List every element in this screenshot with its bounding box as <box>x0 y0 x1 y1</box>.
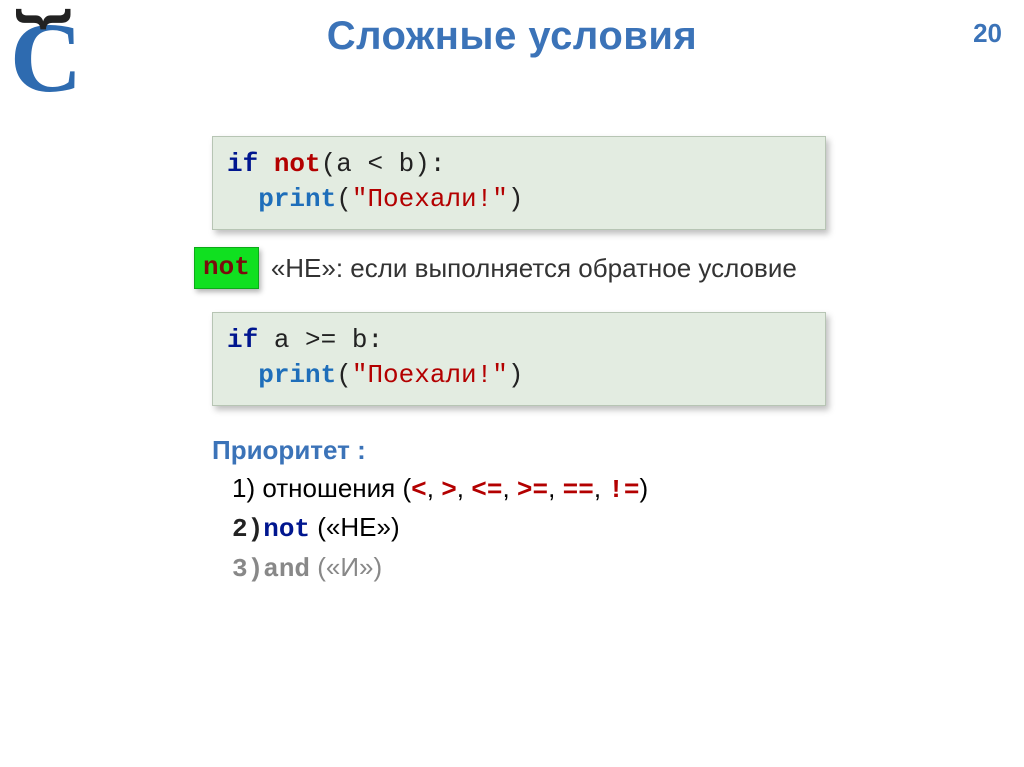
row1-sep3: , <box>502 473 516 503</box>
not-description-row: not «НЕ»: если выполняется обратное усло… <box>194 247 797 289</box>
code-arg-close: ) <box>508 360 524 390</box>
function-print: print <box>258 184 336 214</box>
row1-op6: != <box>608 475 639 505</box>
row1-op2: > <box>441 475 457 505</box>
code-block-not: if not(a < b): print("Поехали!") <box>212 136 826 230</box>
code-arg-open: ( <box>336 184 352 214</box>
code-colon: : <box>430 149 446 179</box>
not-description: «НЕ»: если выполняется обратное условие <box>271 253 797 284</box>
row1-sep5: , <box>594 473 608 503</box>
code-string: "Поехали!" <box>352 184 508 214</box>
priority-heading: Приоритет : <box>212 432 648 470</box>
row2-kw: not <box>263 514 310 544</box>
row3-after: («И») <box>310 552 382 582</box>
priority-row-1: 1) отношения (<, >, <=, >=, ==, !=) <box>232 470 648 510</box>
slide-title: Сложные условия <box>0 14 1024 59</box>
keyword-if: if <box>227 325 258 355</box>
keyword-if: if <box>227 149 258 179</box>
row1-sep4: , <box>548 473 562 503</box>
priority-block: Приоритет : 1) отношения (<, >, <=, >=, … <box>212 432 648 589</box>
code-arg-close: ) <box>508 184 524 214</box>
row1-op3: <= <box>471 475 502 505</box>
code-cond-open: (a < b) <box>321 149 430 179</box>
row1-num: 1) <box>232 473 255 503</box>
row1-op5: == <box>563 475 594 505</box>
code-arg-open: ( <box>336 360 352 390</box>
row3-kw: and <box>263 554 310 584</box>
page-number: 20 <box>973 18 1002 49</box>
function-print: print <box>258 360 336 390</box>
code-cond: a >= b <box>274 325 368 355</box>
not-badge: not <box>194 247 259 289</box>
row1-sep2: , <box>457 473 471 503</box>
code-colon: : <box>367 325 383 355</box>
row2-after: («НЕ») <box>310 512 400 542</box>
keyword-not: not <box>274 149 321 179</box>
row1-op1: < <box>411 475 427 505</box>
code-block-equivalent: if a >= b: print("Поехали!") <box>212 312 826 406</box>
row3-num: 3) <box>232 554 263 584</box>
row2-num: 2) <box>232 514 263 544</box>
row1-sep1: , <box>427 473 441 503</box>
priority-row-3: 3)and («И») <box>232 549 648 589</box>
row1-after: ) <box>639 473 648 503</box>
row1-op4: >= <box>517 475 548 505</box>
row1-before: отношения ( <box>255 473 411 503</box>
code-string: "Поехали!" <box>352 360 508 390</box>
priority-row-2: 2)not («НЕ») <box>232 509 648 549</box>
